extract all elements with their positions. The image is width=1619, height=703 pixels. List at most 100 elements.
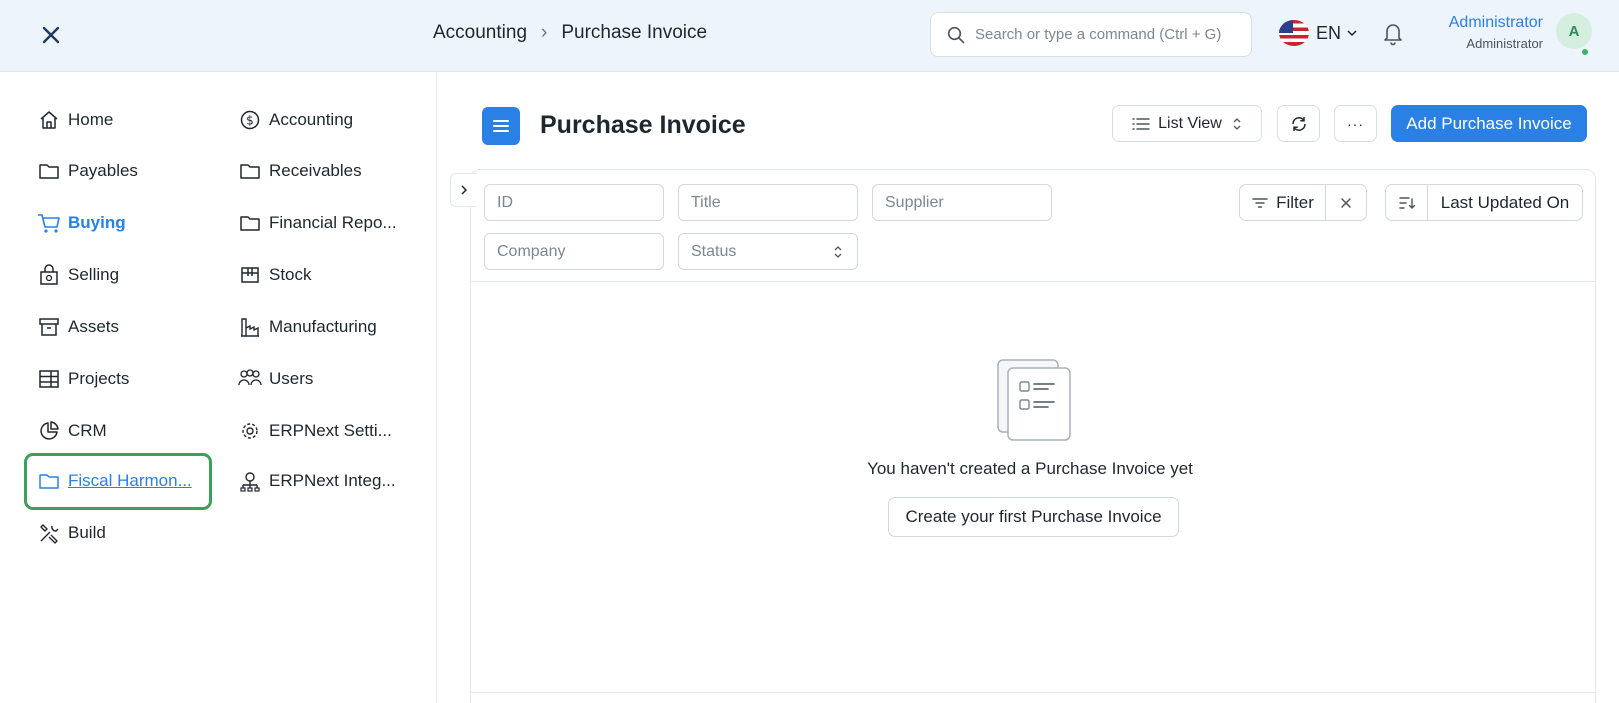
list-view-selector[interactable]: List View <box>1112 105 1262 142</box>
refresh-button[interactable] <box>1277 105 1320 142</box>
more-icon: ··· <box>1347 115 1364 132</box>
dollar-circle-icon: $ <box>238 108 262 132</box>
sidebar-item-home[interactable]: Home <box>37 105 113 135</box>
sidebar-item-projects[interactable]: Projects <box>37 364 129 394</box>
company-filter-input[interactable]: Company <box>484 233 664 270</box>
svg-text:$: $ <box>246 114 254 128</box>
list-icon <box>1132 117 1150 130</box>
breadcrumb-purchase-invoice[interactable]: Purchase Invoice <box>561 22 707 44</box>
chevron-down-icon <box>1347 30 1357 37</box>
divider <box>470 281 1596 282</box>
add-purchase-invoice-button[interactable]: Add Purchase Invoice <box>1391 105 1587 142</box>
search-placeholder: Search or type a command (Ctrl + G) <box>975 26 1222 43</box>
status-placeholder: Status <box>691 242 737 260</box>
more-actions-button[interactable]: ··· <box>1334 105 1377 142</box>
pie-chart-icon <box>37 419 61 443</box>
filter-label: Filter <box>1276 192 1314 212</box>
sidebar-item-label: Home <box>68 110 114 129</box>
sidebar-item-financial-reports[interactable]: Financial Repo... <box>238 208 397 238</box>
sidebar-item-assets[interactable]: Assets <box>37 312 119 342</box>
folder-icon <box>37 469 61 493</box>
user-name: Administrator <box>1448 14 1543 31</box>
supplier-filter-input[interactable]: Supplier <box>872 184 1052 221</box>
close-icon <box>42 26 60 44</box>
page-header: Purchase Invoice List View ··· Add Purch… <box>482 105 1587 145</box>
search-icon <box>947 26 965 43</box>
menu-icon <box>493 120 509 132</box>
sidebar-item-label: Projects <box>68 369 130 388</box>
title-filter-input[interactable]: Title <box>678 184 858 221</box>
sidebar-item-fiscal-harmonization[interactable]: Fiscal Harmon... <box>37 466 192 496</box>
users-icon <box>238 367 262 391</box>
server-stack-icon <box>37 367 61 391</box>
id-placeholder: ID <box>497 193 513 211</box>
sidebar-item-label: Selling <box>68 265 120 284</box>
sidebar-item-label: Accounting <box>269 110 354 129</box>
sidebar-item-label: CRM <box>68 421 107 440</box>
filter-icon <box>1252 197 1268 208</box>
close-sidebar-button[interactable] <box>36 20 66 50</box>
factory-icon <box>238 315 262 339</box>
language-switcher[interactable]: EN <box>1279 20 1359 46</box>
box-icon <box>238 263 262 287</box>
sidebar-item-label: Payables <box>68 161 138 180</box>
sidebar-item-selling[interactable]: Selling <box>37 260 119 290</box>
toggle-sidebar-button[interactable] <box>482 107 520 145</box>
select-arrows-icon <box>834 246 842 258</box>
title-placeholder: Title <box>691 193 721 211</box>
tools-icon <box>37 521 61 545</box>
top-navbar: Accounting › Purchase Invoice Search or … <box>0 0 1619 72</box>
search-input[interactable]: Search or type a command (Ctrl + G) <box>930 12 1252 57</box>
sidebar-item-payables[interactable]: Payables <box>37 156 138 186</box>
sidebar-item-label: Buying <box>68 213 126 232</box>
sidebar-item-label: Fiscal Harmon... <box>68 471 192 490</box>
sidebar-item-receivables[interactable]: Receivables <box>238 156 362 186</box>
online-status-indicator <box>1580 47 1590 57</box>
sidebar-item-erpnext-integrations[interactable]: ERPNext Integ... <box>238 466 396 496</box>
sidebar-item-manufacturing[interactable]: Manufacturing <box>238 312 377 342</box>
folder-icon <box>37 159 61 183</box>
sort-control: Last Updated On <box>1385 184 1583 221</box>
status-filter-select[interactable]: Status <box>678 233 858 270</box>
sort-direction-button[interactable] <box>1386 185 1428 220</box>
clear-filters-button[interactable] <box>1326 185 1366 220</box>
us-flag-icon <box>1279 20 1309 46</box>
sidebar-item-erpnext-settings[interactable]: ERPNext Setti... <box>238 416 392 446</box>
chevron-right-icon <box>460 185 467 195</box>
empty-state-message: You haven't created a Purchase Invoice y… <box>867 459 1193 478</box>
sort-field-button[interactable]: Last Updated On <box>1428 185 1582 220</box>
user-role: Administrator <box>1466 36 1543 51</box>
sidebar-item-label: Receivables <box>269 161 362 180</box>
bell-icon <box>1384 24 1402 46</box>
gear-icon <box>238 419 262 443</box>
sidebar-item-build[interactable]: Build <box>37 518 106 548</box>
sidebar-item-label: ERPNext Setti... <box>269 421 392 440</box>
id-filter-input[interactable]: ID <box>484 184 664 221</box>
archive-icon <box>37 315 61 339</box>
sidebar-item-label: Financial Repo... <box>269 213 397 232</box>
shopping-bag-icon <box>37 263 61 287</box>
close-icon <box>1341 197 1351 208</box>
filter-button[interactable]: Filter <box>1240 185 1326 220</box>
notification-bell-button[interactable] <box>1381 20 1405 51</box>
sidebar-item-label: Assets <box>68 317 120 336</box>
breadcrumb-accounting[interactable]: Accounting <box>433 22 527 44</box>
divider <box>470 692 1596 693</box>
refresh-icon <box>1291 116 1306 131</box>
page-title: Purchase Invoice <box>540 111 746 139</box>
select-arrows-icon <box>1233 117 1241 130</box>
sidebar-item-crm[interactable]: CRM <box>37 416 107 446</box>
sidebar-item-label: Build <box>68 523 106 542</box>
expand-sidebar-button[interactable] <box>450 173 476 207</box>
sidebar-item-accounting[interactable]: $ Accounting <box>238 105 353 135</box>
sidebar-item-users[interactable]: Users <box>238 364 313 394</box>
empty-list-icon <box>996 358 1072 447</box>
sidebar-item-buying[interactable]: Buying <box>37 208 126 238</box>
create-first-invoice-button[interactable]: Create your first Purchase Invoice <box>888 497 1179 537</box>
folder-icon <box>238 159 262 183</box>
language-label: EN <box>1316 22 1342 43</box>
user-info[interactable]: Administrator Administrator <box>1449 14 1543 51</box>
sidebar-item-label: Stock <box>269 265 312 284</box>
avatar[interactable]: A <box>1556 13 1592 49</box>
sidebar-item-stock[interactable]: Stock <box>238 260 312 290</box>
